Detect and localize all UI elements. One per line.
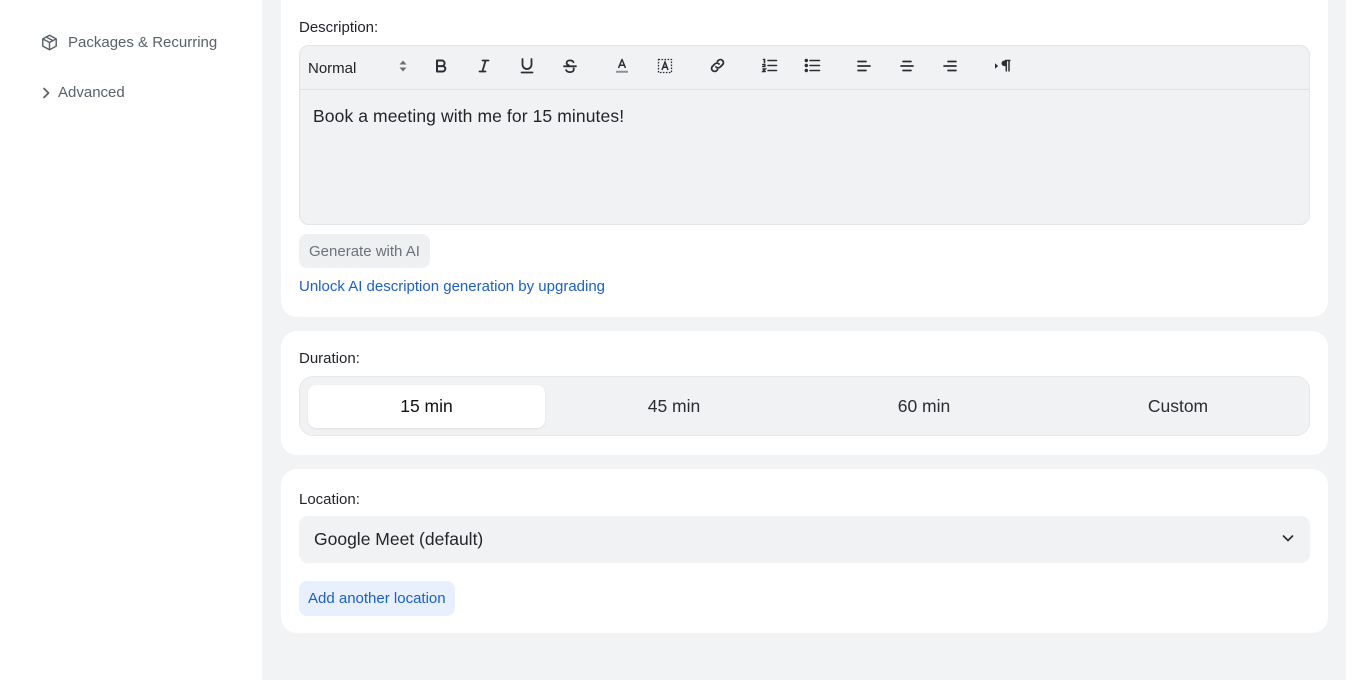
sidebar-item-advanced[interactable]: Advanced: [40, 84, 125, 101]
package-icon: [40, 33, 59, 52]
duration-label: Duration:: [299, 350, 360, 367]
text-format-select[interactable]: Normal: [308, 56, 408, 80]
link-button[interactable]: [704, 46, 730, 90]
text-direction-icon: [994, 58, 1012, 79]
sidebar-item-label: Packages & Recurring: [68, 34, 218, 51]
generate-with-ai-button[interactable]: Generate with AI: [299, 234, 430, 268]
description-label: Description:: [299, 19, 379, 36]
ordered-list-button[interactable]: [756, 46, 782, 90]
location-card: Location: Google Meet (default) Add anot…: [281, 469, 1328, 633]
upgrade-link[interactable]: Unlock AI description generation by upgr…: [299, 278, 605, 295]
sidebar-item-label: Advanced: [58, 84, 125, 101]
link-icon: [709, 57, 726, 79]
bullet-list-button[interactable]: [799, 46, 825, 90]
duration-segmented-control: 15 min 45 min 60 min Custom: [299, 376, 1310, 436]
align-center-icon: [899, 58, 915, 79]
text-format-value: Normal: [308, 59, 357, 77]
description-editor: Normal Book a meeting with me for 15 min…: [299, 45, 1310, 225]
add-location-button[interactable]: Add another location: [299, 581, 455, 616]
location-label: Location:: [299, 491, 360, 508]
underline-button[interactable]: [514, 46, 540, 90]
underline-icon: [519, 57, 535, 79]
italic-icon: [476, 58, 492, 79]
strikethrough-button[interactable]: [557, 46, 583, 90]
duration-option-60[interactable]: 60 min: [803, 385, 1045, 428]
editor-content[interactable]: Book a meeting with me for 15 minutes!: [313, 106, 624, 127]
text-color-icon: [614, 57, 630, 79]
italic-button[interactable]: [471, 46, 497, 90]
align-right-button[interactable]: [937, 46, 963, 90]
align-left-button[interactable]: [851, 46, 877, 90]
highlight-icon: [657, 58, 673, 79]
location-select-value: Google Meet (default): [314, 529, 484, 549]
editor-toolbar: Normal: [300, 46, 1309, 90]
text-direction-button[interactable]: [989, 46, 1017, 90]
chevron-down-icon: [1281, 529, 1295, 550]
bold-icon: [433, 58, 449, 79]
description-card: Description: Normal Book a meeting with …: [281, 0, 1328, 317]
bullet-list-icon: [804, 57, 821, 79]
location-select[interactable]: Google Meet (default): [299, 516, 1310, 563]
duration-option-custom[interactable]: Custom: [1055, 385, 1301, 428]
duration-option-15[interactable]: 15 min: [308, 385, 545, 428]
text-color-button[interactable]: [609, 46, 635, 90]
chevron-right-icon: [40, 86, 52, 100]
sort-arrows-icon: [398, 59, 408, 77]
align-left-icon: [856, 58, 872, 79]
bold-button[interactable]: [428, 46, 454, 90]
strikethrough-icon: [562, 58, 578, 79]
duration-card: Duration: 15 min 45 min 60 min Custom: [281, 331, 1328, 455]
align-center-button[interactable]: [894, 46, 920, 90]
highlight-button[interactable]: [652, 46, 678, 90]
duration-option-45[interactable]: 45 min: [555, 385, 793, 428]
sidebar: Packages & Recurring Advanced: [14, 0, 262, 680]
sidebar-item-packages-recurring[interactable]: Packages & Recurring: [40, 33, 217, 52]
align-right-icon: [942, 58, 958, 79]
ordered-list-icon: [760, 57, 778, 79]
